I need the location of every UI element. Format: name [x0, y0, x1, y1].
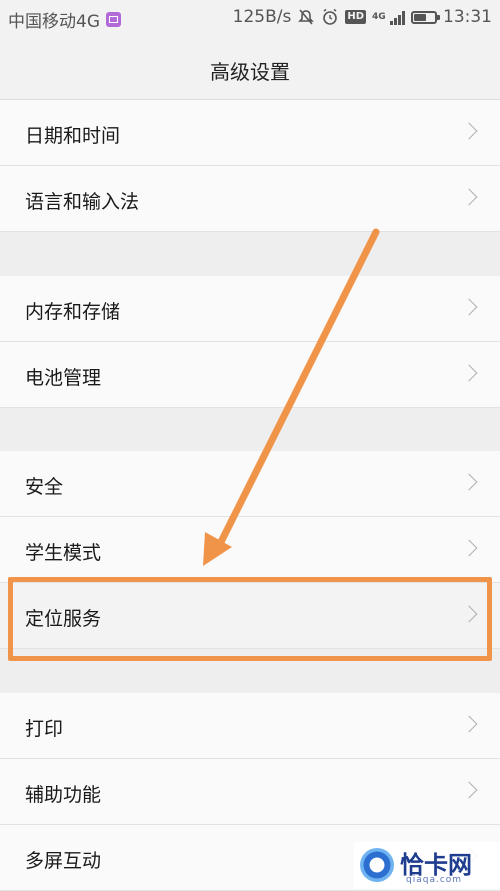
watermark-logo-icon: [360, 848, 394, 882]
annotation-arrow: [203, 228, 380, 566]
watermark-domain: qiaqa.com: [406, 875, 463, 885]
site-watermark: 恰卡网 qiaqa.com: [354, 842, 500, 889]
